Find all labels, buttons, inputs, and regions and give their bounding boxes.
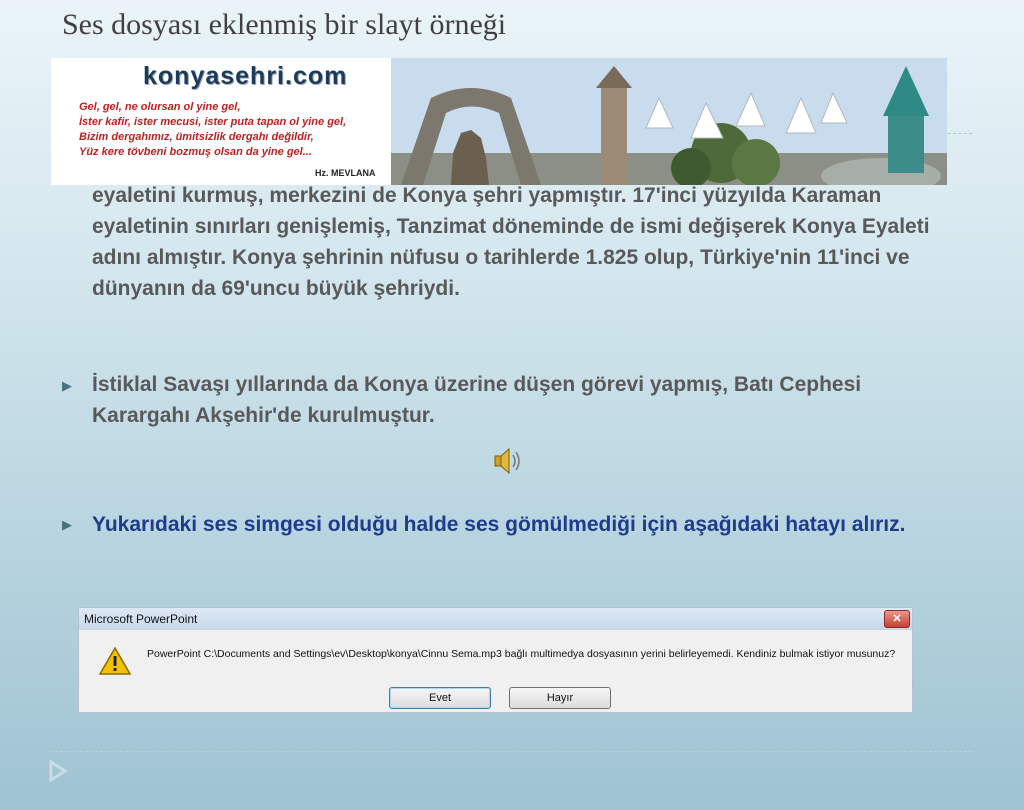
warning-icon	[98, 646, 132, 681]
powerpoint-error-dialog: Microsoft PowerPoint ✕ PowerPoint C:\Doc…	[78, 607, 913, 713]
dialog-title-text: Microsoft PowerPoint	[84, 612, 198, 626]
no-button[interactable]: Hayır	[509, 687, 611, 709]
banner-signature: Hz. MEVLANA	[315, 168, 376, 178]
yes-button[interactable]: Evet	[389, 687, 491, 709]
bullet-icon: ▶	[62, 378, 72, 393]
dialog-message: PowerPoint C:\Documents and Settings\ev\…	[147, 648, 896, 660]
divider	[50, 751, 972, 752]
dialog-title: Microsoft PowerPoint ✕	[79, 608, 912, 630]
poem-line: Bizim dergahımız, ümitsizlik dergahı değ…	[79, 131, 314, 143]
poem-line: Yüz kere tövbeni bozmuş olsan da yine ge…	[79, 146, 312, 158]
close-button[interactable]: ✕	[884, 610, 910, 628]
poem-line: İster kafir, ister mecusi, ister puta ta…	[79, 116, 347, 128]
poem-line: Gel, gel, ne olursan ol yine gel,	[79, 101, 241, 113]
paragraph-konya-history: eyaletini kurmuş, merkezini de Konya şeh…	[92, 184, 930, 300]
banner-scene-image	[391, 58, 947, 185]
slide-title: Ses dosyası eklenmiş bir slayt örneği	[62, 8, 507, 41]
divider	[948, 133, 972, 134]
konyasehri-banner: konyasehri.com Gel, gel, ne olursan ol y…	[51, 58, 947, 185]
next-slide-icon[interactable]	[48, 759, 68, 787]
bullet-icon: ▶	[62, 517, 72, 532]
banner-brand: konyasehri.com	[143, 62, 348, 90]
bullet-audio-note: Yukarıdaki ses simgesi olduğu halde ses …	[92, 513, 906, 536]
speaker-icon[interactable]	[492, 446, 524, 481]
bullet-istiklal: İstiklal Savaşı yıllarında da Konya üzer…	[92, 373, 862, 427]
banner-poem: Gel, gel, ne olursan ol yine gel, İster …	[79, 100, 346, 160]
